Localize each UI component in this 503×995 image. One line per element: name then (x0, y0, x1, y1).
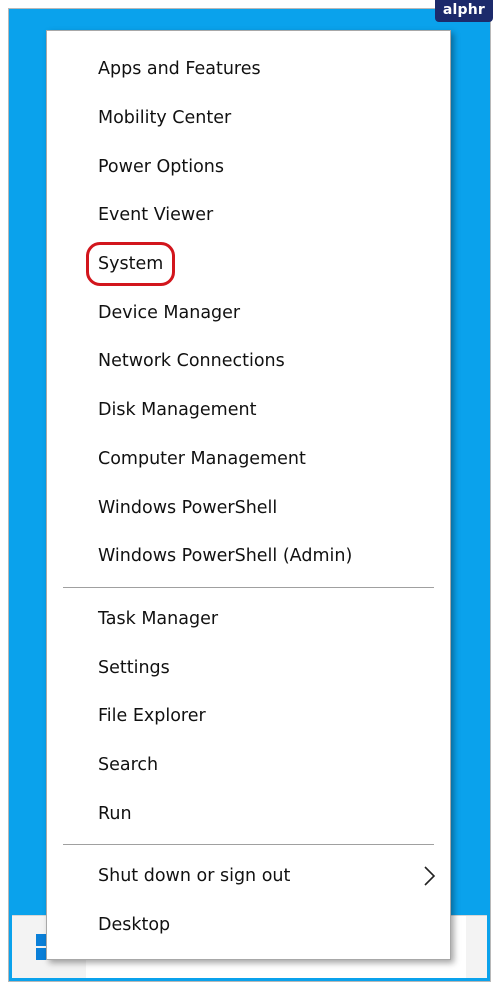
menu-item-label: Mobility Center (98, 108, 232, 129)
menu-item-power-options[interactable]: Power Options (47, 142, 450, 191)
menu-item-label: Apps and Features (98, 59, 261, 80)
menu-item-device-manager[interactable]: Device Manager (47, 288, 450, 337)
menu-separator (63, 586, 434, 588)
menu-item-label: Device Manager (98, 302, 241, 323)
menu-item-settings[interactable]: Settings (47, 643, 450, 692)
menu-item-label: Shut down or sign out (98, 866, 291, 887)
menu-item-label: Network Connections (98, 351, 285, 372)
alphr-logo: alphr (434, 0, 493, 22)
menu-item-event-viewer[interactable]: Event Viewer (47, 191, 450, 240)
menu-item-apps-and-features[interactable]: Apps and Features (47, 45, 450, 94)
menu-separator (63, 844, 434, 845)
menu-item-label: Desktop (98, 915, 171, 936)
menu-item-label: Event Viewer (98, 205, 214, 226)
menu-item-file-explorer[interactable]: File Explorer (47, 692, 450, 741)
menu-item-label: Task Manager (98, 608, 219, 629)
menu-item-windows-powershell[interactable]: Windows PowerShell (47, 483, 450, 532)
menu-item-label-highlighted: System (85, 242, 176, 287)
menu-list: Apps and Features Mobility Center Power … (47, 45, 450, 949)
menu-item-mobility-center[interactable]: Mobility Center (47, 94, 450, 143)
menu-item-label: Computer Management (98, 448, 306, 469)
menu-item-label: Windows PowerShell (Admin) (98, 546, 353, 567)
menu-item-label: Settings (98, 657, 170, 678)
menu-item-shut-down-or-sign-out[interactable]: Shut down or sign out (47, 852, 450, 901)
menu-item-task-manager[interactable]: Task Manager (47, 595, 450, 644)
menu-item-network-connections[interactable]: Network Connections (47, 337, 450, 386)
menu-item-label: Windows PowerShell (98, 497, 278, 518)
menu-item-label: Power Options (98, 156, 224, 177)
menu-item-label: File Explorer (98, 706, 206, 727)
menu-item-computer-management[interactable]: Computer Management (47, 435, 450, 484)
menu-item-system[interactable]: System (47, 240, 450, 289)
menu-item-label: Disk Management (98, 400, 257, 421)
menu-item-windows-powershell-admin[interactable]: Windows PowerShell (Admin) (47, 532, 450, 581)
menu-item-search[interactable]: Search (47, 741, 450, 790)
menu-item-disk-management[interactable]: Disk Management (47, 386, 450, 435)
menu-item-run[interactable]: Run (47, 789, 450, 838)
menu-item-label: Run (98, 803, 132, 824)
menu-item-desktop[interactable]: Desktop (47, 901, 450, 950)
winx-context-menu: Apps and Features Mobility Center Power … (46, 30, 451, 960)
chevron-right-icon (424, 866, 436, 886)
menu-item-label: Search (98, 754, 159, 775)
